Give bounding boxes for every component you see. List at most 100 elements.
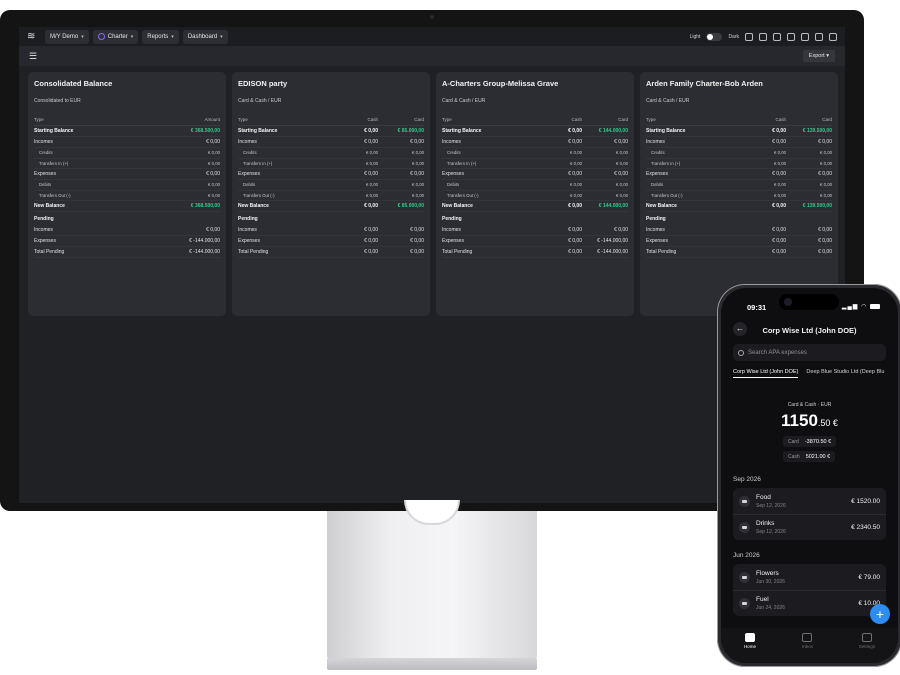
- tab-deep-blue[interactable]: Deep Blue Studio Ltd (Deep Blu: [806, 369, 884, 378]
- table-row: Debits € 0,00 € 0,00: [442, 180, 628, 191]
- layers-icon[interactable]: [801, 32, 809, 41]
- globe-icon: [97, 33, 105, 40]
- row-value: € 0,00: [568, 171, 582, 177]
- row-label: Incomes: [442, 139, 461, 145]
- row-label: New Balance: [442, 203, 473, 209]
- calendar-icon[interactable]: [759, 32, 767, 41]
- balance-integer: 1150: [781, 411, 818, 430]
- row-label: Incomes: [646, 227, 665, 233]
- card-title: A-Charters Group-Melissa Grave: [442, 79, 559, 88]
- list-item[interactable]: Drinks Sep 12, 2026 € 2340.50: [733, 514, 886, 540]
- row-value: € 368.500,00: [190, 128, 220, 134]
- row-value: € 0,00: [410, 227, 424, 233]
- column-header: Type: [238, 117, 248, 122]
- dashboard-menu[interactable]: Dashboard ▾: [182, 29, 228, 44]
- wallet-icon: [739, 522, 750, 533]
- table-row: Expenses € 0,00 € 0,00: [646, 236, 832, 247]
- theme-toggle[interactable]: [706, 32, 723, 41]
- row-label: Transfers Out (-): [39, 192, 71, 198]
- cash-icon: [739, 571, 750, 583]
- add-expense-button[interactable]: +: [870, 604, 890, 624]
- export-button[interactable]: Export ▾: [802, 50, 835, 62]
- row-label: Transfers Out (-): [243, 192, 275, 198]
- item-date: Jun 24, 2026: [756, 605, 785, 611]
- app-logo-icon[interactable]: ≋: [27, 31, 41, 43]
- row-label: Expenses: [238, 171, 260, 177]
- row-value: € -144.000,00: [189, 238, 220, 244]
- row-value: € 0,00: [364, 249, 378, 255]
- chevron-down-icon: ▾: [171, 33, 174, 40]
- row-value: € 0,00: [366, 182, 378, 188]
- table-row: Debits € 0,00 € 0,00: [238, 180, 424, 191]
- row-label: Credits: [447, 150, 461, 156]
- row-value: € 0,00: [570, 150, 582, 156]
- row-value: € 0,00: [772, 238, 786, 244]
- nav-home[interactable]: Home: [744, 633, 756, 663]
- row-label: Debits: [243, 182, 256, 188]
- table-header: Type Cash Card: [238, 117, 424, 126]
- balance-decimal: .50 €: [817, 418, 838, 428]
- list-item[interactable]: Flowers Jun 30, 2026 € 79.00: [733, 564, 886, 590]
- row-label: Starting Balance: [34, 128, 74, 134]
- row-label: Total Pending: [238, 249, 269, 255]
- monitor-stand: [327, 511, 537, 660]
- home-icon[interactable]: [745, 32, 753, 41]
- row-label: Pending: [442, 215, 462, 222]
- row-value: € -144.000,00: [597, 249, 628, 255]
- star-icon[interactable]: [815, 32, 823, 41]
- table-row: Starting Balance € 0,00 € 144.000,00: [442, 126, 628, 137]
- row-value: € 0,00: [616, 192, 628, 198]
- row-label: Incomes: [238, 227, 257, 233]
- charter-menu[interactable]: Charter ▾: [92, 29, 139, 44]
- list-item[interactable]: Food Sep 12, 2026 € 1520.00: [733, 488, 886, 514]
- row-value: € 0,00: [616, 182, 628, 188]
- row-label: Transfers In (+): [243, 160, 273, 166]
- grid-icon[interactable]: [787, 32, 795, 41]
- item-name: Drinks: [756, 520, 775, 527]
- menu-icon[interactable]: ☰: [29, 51, 37, 62]
- nav-inbox[interactable]: Inbox: [802, 633, 813, 663]
- balance-card-consolidated: Consolidated Balance Consolidated to EUR…: [28, 72, 226, 316]
- table-row: Total Pending € 0,00 € 0,00: [646, 247, 832, 258]
- logout-icon[interactable]: [829, 32, 837, 41]
- inbox-icon: [802, 633, 813, 642]
- table-row: Incomes € 0,00 € 0,00: [646, 225, 832, 236]
- monitor-stand-foot: [327, 658, 537, 670]
- table-header: Type Amount: [34, 117, 220, 126]
- row-value: € 0,00: [206, 171, 220, 177]
- section-heading: Pending: [646, 212, 832, 225]
- table-row: Starting Balance € 0,00 € 139.500,00: [646, 126, 832, 137]
- top-bar-tools: Light Dark: [690, 32, 837, 41]
- nav-settings[interactable]: Settings: [859, 633, 875, 663]
- top-bar: ≋ M/Y Demo ▾ Charter ▾ Reports ▾ Dashboa…: [19, 27, 845, 46]
- row-label: Total Pending: [34, 249, 65, 255]
- row-value: € 0,00: [366, 192, 378, 198]
- vessel-selector[interactable]: M/Y Demo ▾: [45, 29, 89, 44]
- search-field[interactable]: Search APA expenses: [733, 344, 886, 361]
- table-row: New Balance € 0,00 € 144.000,00: [442, 201, 628, 212]
- table-row: Starting Balance € 0,00 € 85.000,00: [238, 126, 424, 137]
- tab-corp-wise[interactable]: Corp Wise Ltd (John DOE): [733, 369, 799, 378]
- gear-icon[interactable]: [773, 32, 781, 41]
- row-value: € 0,00: [772, 249, 786, 255]
- row-label: Starting Balance: [442, 128, 482, 134]
- table-row: Incomes € 0,00 € 0,00: [646, 137, 832, 148]
- column-header: Card: [414, 117, 424, 122]
- column-header: Cash: [367, 117, 378, 122]
- item-date: Sep 12, 2026: [756, 502, 786, 509]
- table-row: Transfers In (+) € 0,00 € 0,00: [646, 159, 832, 169]
- reports-menu[interactable]: Reports ▾: [142, 29, 179, 44]
- chip-value: 5021.00 €: [805, 453, 831, 460]
- row-value: € 0,00: [818, 249, 832, 255]
- row-value: € 0,00: [818, 139, 832, 145]
- item-date: Sep 12, 2026: [756, 529, 786, 535]
- wifi-icon: ◠: [861, 304, 868, 310]
- balance-cards: Consolidated Balance Consolidated to EUR…: [28, 72, 838, 316]
- row-label: Total Pending: [646, 249, 677, 255]
- table-row: Transfers Out (-) € 0,00 € 0,00: [646, 191, 832, 201]
- row-value: € 0,00: [772, 128, 786, 134]
- list-item[interactable]: Fuel Jun 24, 2026 € 10.00: [733, 590, 886, 616]
- card-title: EDISON party: [238, 79, 288, 88]
- row-value: € 139.500,00: [802, 128, 832, 134]
- row-label: Debits: [651, 182, 664, 188]
